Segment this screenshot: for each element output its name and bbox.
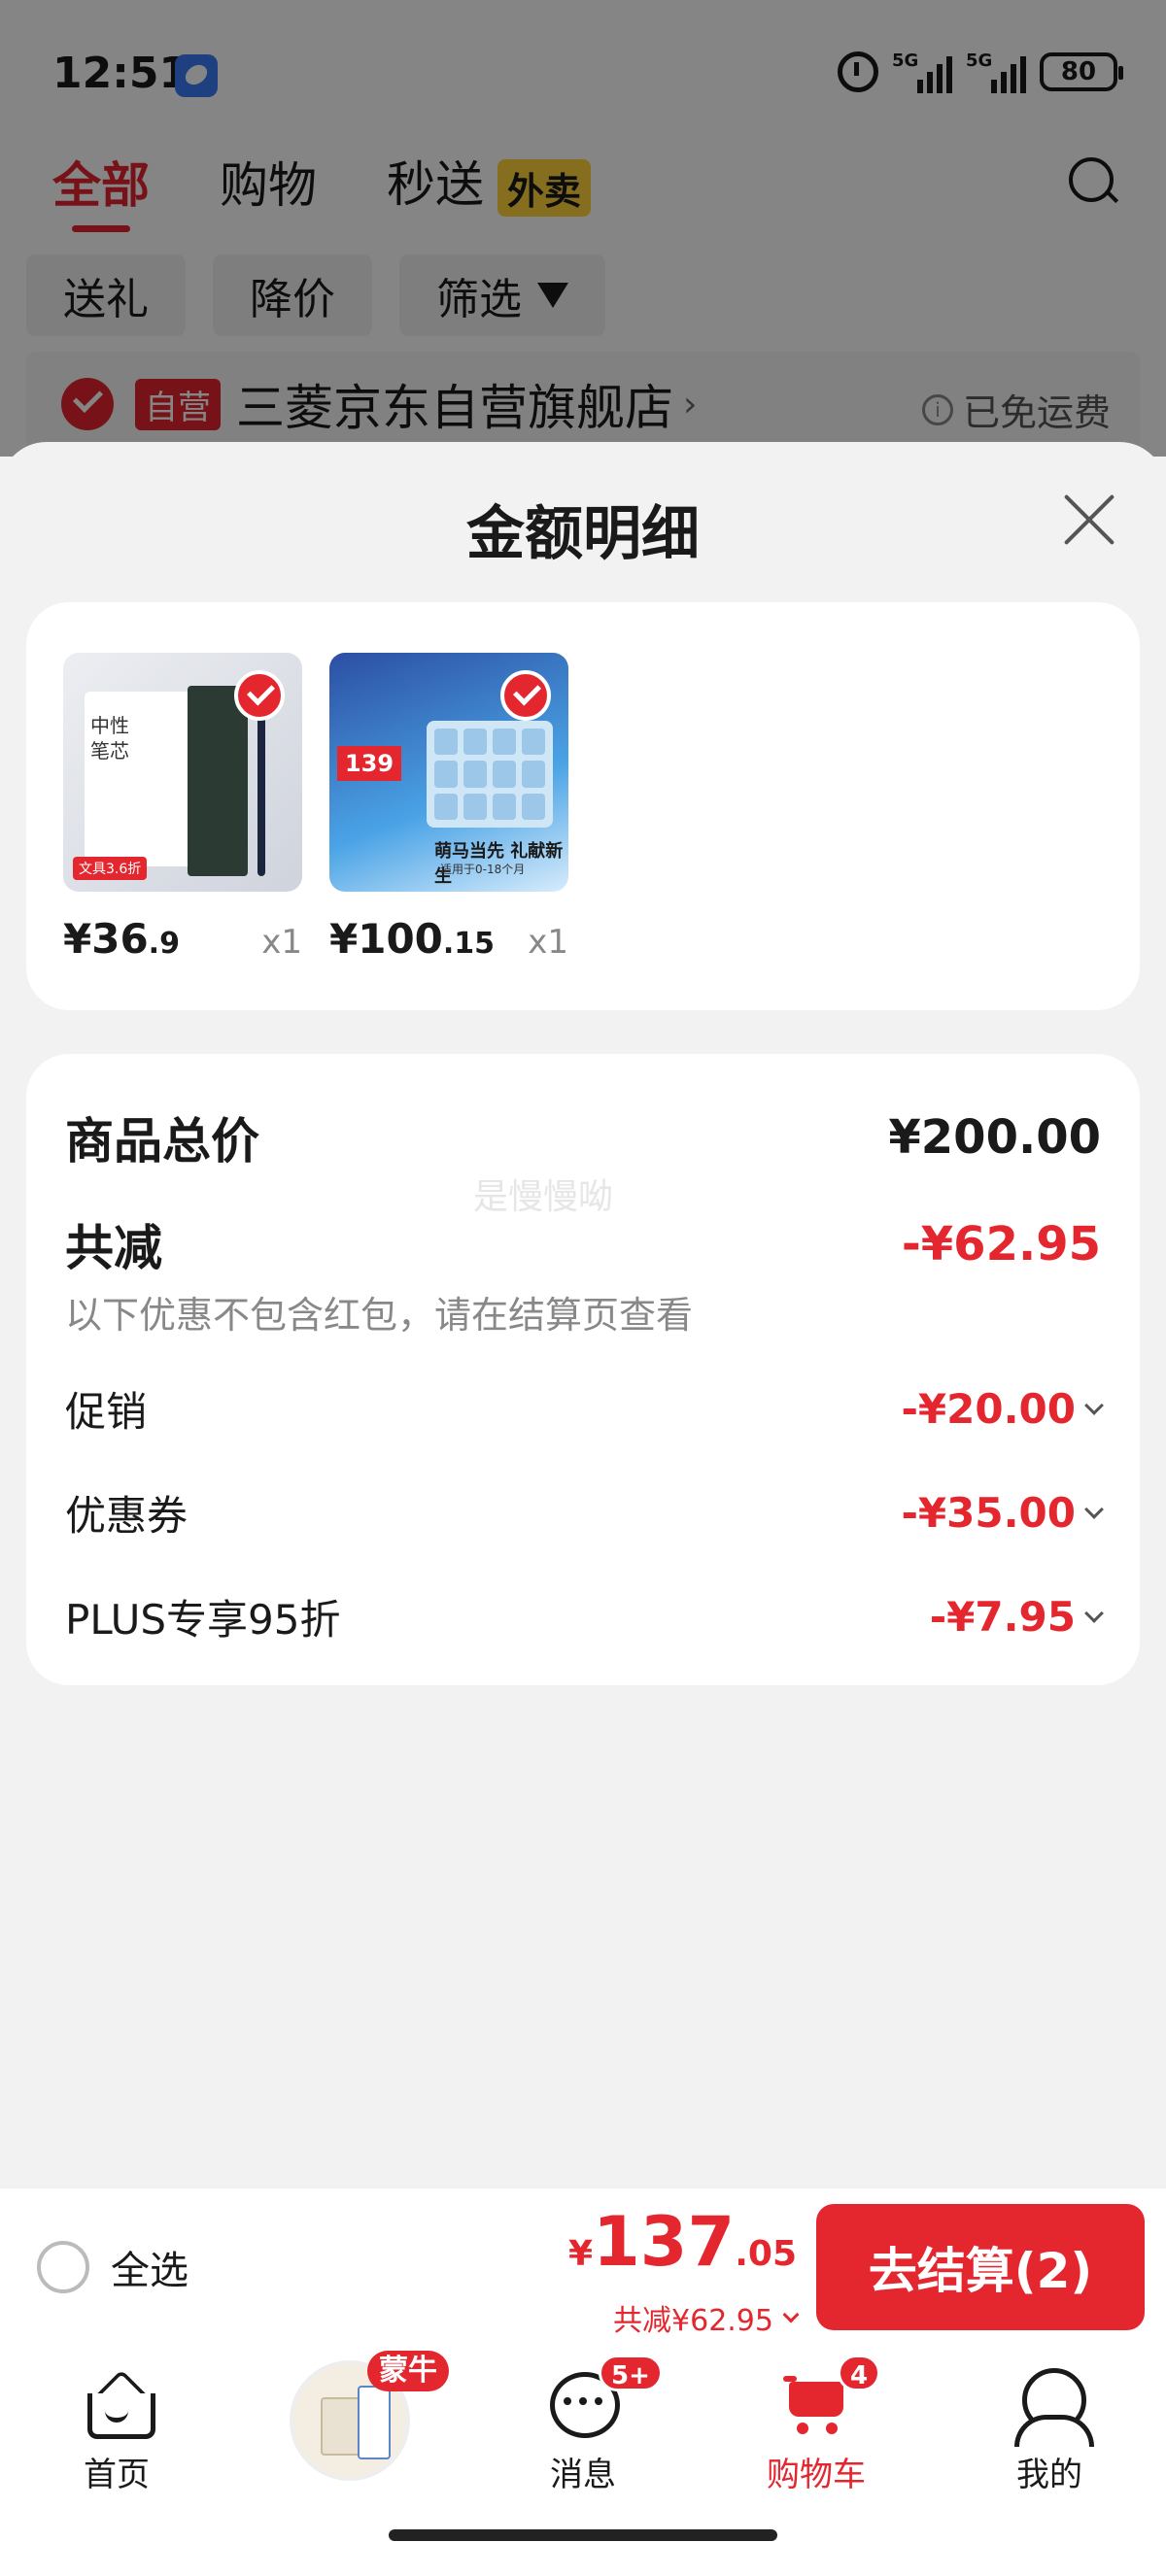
- bottom-nav: 首页 蒙牛 5+ 消息 4 购物车 我的: [0, 2345, 1166, 2576]
- sheet-title: 金额明细: [466, 500, 700, 568]
- discount-label: 促销: [65, 1388, 148, 1436]
- discount-hint: 以下优惠不包含红包，请在结算页查看: [65, 1294, 694, 1337]
- milk-pack-image: [358, 2386, 391, 2459]
- chevron-down-icon[interactable]: [1084, 1499, 1104, 1519]
- profile-icon: [1014, 2368, 1094, 2447]
- total-row: 商品总价 ¥200.00: [65, 1102, 1101, 1172]
- goods-qty: x1: [261, 923, 302, 962]
- message-badge: 5+: [599, 2355, 663, 2391]
- select-all[interactable]: 全选: [37, 2239, 189, 2295]
- goods-price: ¥36.9: [63, 915, 180, 963]
- dim-overlay[interactable]: [0, 0, 1166, 457]
- discount-row-coupon[interactable]: 优惠券 -¥35.00: [65, 1483, 1104, 1542]
- checkout-total[interactable]: ¥137.05 共减¥62.95: [568, 2200, 800, 2339]
- product-image-gift-box: 139 萌马当先 礼献新生 适用于0-18个月: [329, 653, 568, 892]
- goods-qty: x1: [528, 923, 568, 962]
- nav-label: 购物车: [767, 2456, 866, 2494]
- promo-badge: 蒙牛: [367, 2351, 449, 2391]
- currency-symbol: ¥: [568, 2234, 594, 2274]
- discount-amount: -¥35.00: [901, 1489, 1104, 1537]
- nav-label: 消息: [550, 2456, 616, 2494]
- nav-message[interactable]: 5+ 消息: [486, 2355, 680, 2495]
- discount-label: 优惠券: [65, 1492, 189, 1540]
- total-reduce-text: 共减¥62.95: [613, 2304, 773, 2338]
- product-image-text: 中性 笔芯: [90, 713, 129, 763]
- message-icon: 5+: [548, 2355, 663, 2438]
- product-image-text-line: 笔芯: [90, 739, 129, 763]
- nav-me[interactable]: 我的: [952, 2368, 1147, 2495]
- goods-meta: ¥100.15 x1: [329, 915, 568, 963]
- goods-card: 中性 笔芯 文具3.6折 ¥36.9 x1 139 萌马当先 礼献新生 适用于0-…: [26, 602, 1140, 1010]
- chevron-down-icon[interactable]: [1084, 1603, 1104, 1623]
- goods-price: ¥100.15: [329, 915, 495, 963]
- total-reduce[interactable]: 共减¥62.95: [568, 2296, 800, 2339]
- goods-price-main: ¥36: [63, 915, 149, 963]
- cart-icon: 4: [781, 2355, 881, 2438]
- total-price-dec: .05: [735, 2234, 797, 2274]
- checkout-button[interactable]: 去结算(2): [816, 2204, 1145, 2330]
- total-value: ¥200.00: [888, 1110, 1101, 1165]
- checkout-bar: 全选 ¥137.05 共减¥62.95 去结算(2): [0, 2187, 1166, 2345]
- goods-price-decimal: .9: [148, 927, 180, 961]
- product-image-sub: 适用于0-18个月: [440, 863, 526, 876]
- gift-box-grid: [427, 721, 553, 828]
- reduce-row: 共减 -¥62.95: [65, 1209, 1101, 1279]
- discount-row-promotion[interactable]: 促销 -¥20.00: [65, 1379, 1104, 1439]
- discount-label: PLUS专享95折: [65, 1596, 341, 1644]
- discount-amount: -¥20.00: [901, 1385, 1104, 1433]
- nav-label: 我的: [1016, 2456, 1082, 2494]
- goods-meta: ¥36.9 x1: [63, 915, 302, 963]
- discount-value: -¥7.95: [929, 1593, 1076, 1641]
- chevron-down-icon[interactable]: [1084, 1395, 1104, 1415]
- watermark: 是慢慢呦: [473, 1177, 614, 1217]
- nav-promo[interactable]: 蒙牛: [290, 2351, 449, 2487]
- total-price-int: 137: [593, 2202, 736, 2282]
- goods-price-decimal: .15: [442, 927, 496, 961]
- total-label: 商品总价: [65, 1113, 259, 1169]
- product-image-tag: 文具3.6折: [73, 857, 148, 880]
- price-detail-sheet: 金额明细 中性 笔芯 文具3.6折 ¥36.9 x1 139 萌马当先 礼献新生 …: [0, 442, 1166, 2190]
- discount-amount: -¥7.95: [929, 1593, 1104, 1641]
- product-box-dark: [188, 686, 248, 876]
- close-icon[interactable]: [1061, 492, 1115, 547]
- goods-item[interactable]: 139 萌马当先 礼献新生 适用于0-18个月 ¥100.15 x1: [329, 653, 568, 963]
- milk-pack-image: [321, 2397, 361, 2456]
- home-indicator[interactable]: [389, 2529, 777, 2541]
- amount-detail-card: 商品总价 ¥200.00 共减 -¥62.95 是慢慢呦 以下优惠不包含红包，请…: [26, 1054, 1140, 1685]
- select-all-radio[interactable]: [37, 2241, 89, 2293]
- discount-value: -¥35.00: [901, 1489, 1076, 1537]
- check-icon[interactable]: [500, 670, 551, 721]
- reduce-label: 共减: [65, 1220, 162, 1276]
- product-image-refill: 中性 笔芯 文具3.6折: [63, 653, 302, 892]
- goods-item[interactable]: 中性 笔芯 文具3.6折 ¥36.9 x1: [63, 653, 302, 963]
- nav-label: 首页: [84, 2456, 150, 2494]
- nav-cart[interactable]: 4 购物车: [719, 2355, 913, 2495]
- total-price: ¥137.05: [568, 2200, 797, 2296]
- product-image-price: 139: [337, 746, 401, 781]
- chevron-down-icon: [782, 2306, 800, 2323]
- cart-badge: 4: [838, 2355, 881, 2391]
- goods-price-main: ¥100: [329, 915, 443, 963]
- select-all-label: 全选: [111, 2249, 189, 2293]
- reduce-value: -¥62.95: [901, 1217, 1101, 1271]
- discount-value: -¥20.00: [901, 1385, 1076, 1433]
- discount-row-plus[interactable]: PLUS专享95折 -¥7.95: [65, 1587, 1104, 1646]
- check-icon[interactable]: [234, 670, 285, 721]
- product-image-text-line: 中性: [90, 714, 129, 737]
- nav-home[interactable]: 首页: [19, 2368, 214, 2495]
- home-icon: [82, 2368, 155, 2439]
